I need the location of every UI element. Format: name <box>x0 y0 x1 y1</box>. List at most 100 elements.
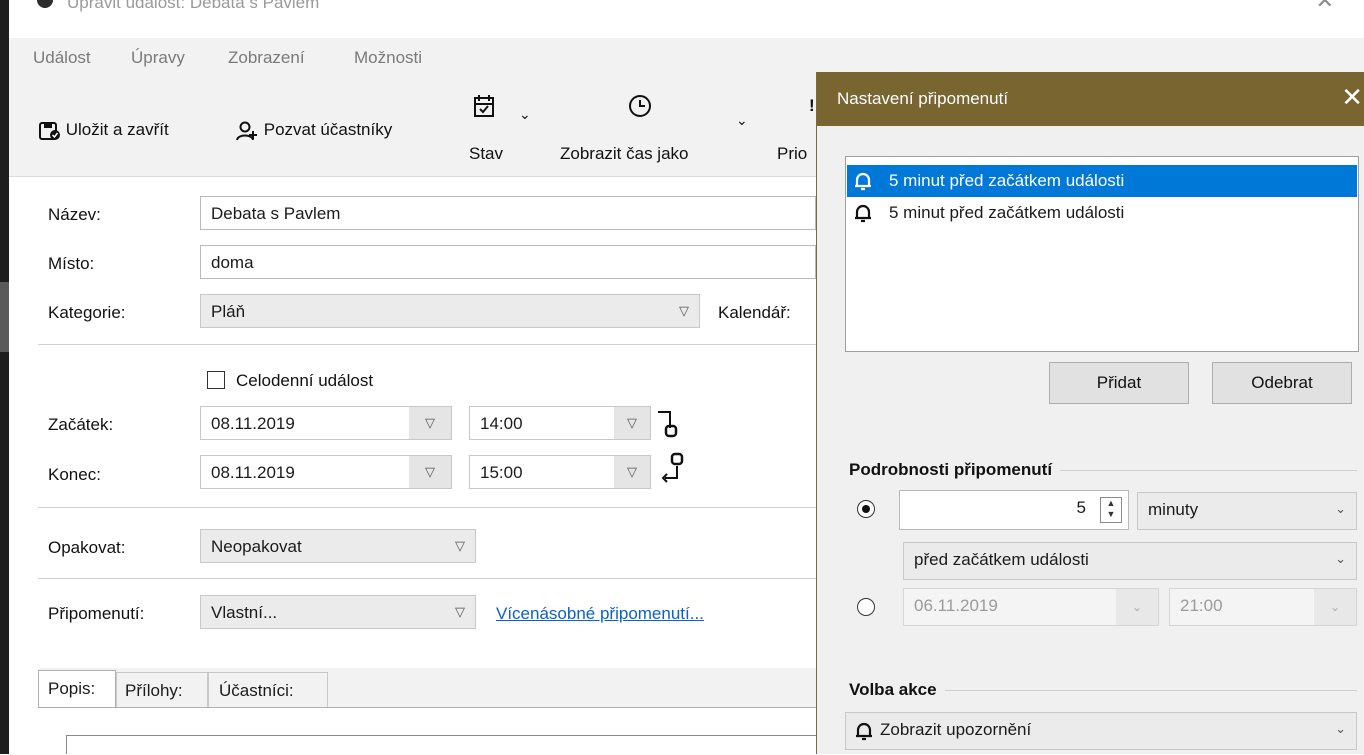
tab-prilohy-label: Přílohy: <box>125 681 183 700</box>
status-button[interactable]: ⌄ Stav <box>469 92 539 172</box>
priority-button[interactable]: Prio <box>777 144 807 164</box>
allday-label: Celodenní událost <box>236 371 374 390</box>
absolute-radio[interactable] <box>857 598 875 616</box>
chevron-down-icon: ⌄ <box>1335 551 1346 566</box>
link-icon[interactable] <box>656 408 688 484</box>
list-item[interactable]: 5 minut před začátkem události <box>847 197 1357 229</box>
close-icon[interactable]: ✕ <box>1316 0 1334 14</box>
absolute-time-value: 21:00 <box>1180 596 1223 615</box>
add-button[interactable]: Přidat <box>1049 362 1189 404</box>
multi-reminder-link[interactable]: Vícenásobné připomenutí... <box>496 604 704 624</box>
action-select[interactable]: Zobrazit upozornění ⌄ <box>845 712 1357 750</box>
repeat-label: Opakovat: <box>48 538 126 557</box>
start-date-input[interactable]: 08.11.2019 ▽ <box>200 406 452 440</box>
end-time-value: 15:00 <box>480 463 523 482</box>
location-label: Místo: <box>48 254 95 273</box>
end-date-input[interactable]: 08.11.2019 ▽ <box>200 455 452 489</box>
menu-udalost[interactable]: Událost <box>33 48 91 68</box>
menu-upravy[interactable]: Úpravy <box>131 48 185 68</box>
save-close-button[interactable]: Uložit a zavřít <box>39 120 169 141</box>
invite-label: Pozvat účastníky <box>263 120 393 139</box>
end-time-input[interactable]: 15:00 ▽ <box>469 455 651 489</box>
tab-ucastnici[interactable]: Účastníci: <box>208 672 328 708</box>
menu-zobrazeni[interactable]: Zobrazení <box>228 48 305 68</box>
absolute-date-input[interactable]: 06.11.2019 ⌄ <box>903 588 1159 626</box>
end-label: Konec: <box>48 465 101 484</box>
amount-input[interactable]: 5 ▲ ▼ <box>899 490 1129 530</box>
category-select[interactable]: Pláň ▽ <box>200 294 700 328</box>
close-icon[interactable]: ✕ <box>1341 82 1363 113</box>
name-label: Název: <box>48 205 101 224</box>
chevron-down-icon: ⌄ <box>1335 721 1346 736</box>
description-textarea[interactable] <box>66 735 818 754</box>
divider <box>38 344 816 345</box>
start-time-input[interactable]: 14:00 ▽ <box>469 406 651 440</box>
chevron-down-icon: ▽ <box>679 303 689 318</box>
chevron-down-icon: ⌄ <box>1116 589 1158 625</box>
reminder-settings-dialog: Nastavení připomenutí ✕ 5 minut před zač… <box>816 72 1364 754</box>
calendar-label: Kalendář: <box>718 303 791 322</box>
absolute-date-value: 06.11.2019 <box>914 596 998 615</box>
start-time-value: 14:00 <box>480 414 523 433</box>
list-item[interactable]: 5 minut před začátkem události <box>847 165 1357 197</box>
save-close-label: Uložit a zavřít <box>65 120 169 139</box>
window-title: Upravit událost: Debata s Pavlem <box>67 0 320 12</box>
window-edge-highlight <box>0 282 9 352</box>
start-label: Začátek: <box>48 415 114 434</box>
unit-value: minuty <box>1148 500 1199 519</box>
chevron-down-icon: ▽ <box>455 538 465 553</box>
chevron-down-icon: ⌄ <box>736 112 748 128</box>
absolute-time-input[interactable]: 21:00 ⌄ <box>1169 588 1357 626</box>
calendar-check-icon <box>474 95 494 117</box>
priority-icon: ! <box>809 96 815 115</box>
start-date-value: 08.11.2019 <box>211 414 295 433</box>
chevron-down-icon[interactable]: ▽ <box>409 407 451 439</box>
toolbar: Uložit a zavřít Pozvat účastníky ⌄ Stav … <box>9 78 824 177</box>
bell-icon <box>856 722 872 741</box>
reminder-select[interactable]: Vlastní... ▽ <box>200 595 476 629</box>
remove-button[interactable]: Odebrat <box>1212 362 1352 404</box>
spinner-icon[interactable]: ▲ ▼ <box>1100 497 1122 523</box>
unit-select[interactable]: minuty ⌄ <box>1137 492 1357 530</box>
status-label: Stav <box>469 144 504 163</box>
show-time-as-label: Zobrazit čas jako <box>560 144 689 163</box>
relative-radio[interactable] <box>857 500 875 518</box>
chevron-down-icon[interactable]: ▽ <box>614 456 650 488</box>
repeat-value: Neopakovat <box>211 537 302 556</box>
dialog-title: Nastavení připomenutí <box>837 89 1009 108</box>
window-edge <box>0 0 9 754</box>
reminder-value: Vlastní... <box>211 603 278 622</box>
reminder-list[interactable]: 5 minut před začátkem události 5 minut p… <box>845 156 1359 352</box>
chevron-down-icon[interactable]: ▽ <box>409 456 451 488</box>
allday-checkbox[interactable] <box>207 371 225 389</box>
show-time-as-button[interactable]: Zobrazit čas jako ⌄ <box>560 92 760 172</box>
invite-button[interactable]: Pozvat účastníky <box>235 120 392 141</box>
repeat-select[interactable]: Neopakovat ▽ <box>200 529 476 563</box>
reminder-text: 5 minut před začátkem události <box>889 203 1125 222</box>
clock-icon <box>629 95 651 117</box>
tab-prilohy[interactable]: Přílohy: <box>116 672 208 708</box>
chevron-down-icon: ⌄ <box>1335 501 1346 516</box>
chevron-down-icon: ▽ <box>455 604 465 619</box>
bell-icon <box>855 204 871 223</box>
action-value: Zobrazit upozornění <box>880 720 1032 739</box>
category-value: Pláň <box>211 302 246 321</box>
action-group-title: Volba akce <box>849 680 945 700</box>
chevron-down-icon: ⌄ <box>1314 589 1356 625</box>
chevron-down-icon[interactable]: ▽ <box>614 407 650 439</box>
chevron-down-icon: ⌄ <box>519 106 531 122</box>
name-input[interactable]: Debata s Pavlem <box>200 196 816 230</box>
reminder-label: Připomenutí: <box>48 604 145 623</box>
end-date-value: 08.11.2019 <box>211 463 295 482</box>
location-input[interactable]: doma <box>200 245 816 279</box>
relation-select[interactable]: před začátkem události ⌄ <box>903 542 1357 580</box>
details-group-title: Podrobnosti připomenutí <box>849 460 1061 480</box>
tab-popis-label: Popis: <box>48 679 96 698</box>
category-label: Kategorie: <box>48 303 126 322</box>
menu-moznosti[interactable]: Možnosti <box>354 48 422 68</box>
tab-popis[interactable]: Popis: <box>38 670 116 708</box>
window-titlebar: Upravit událost: Debata s Pavlem ✕ <box>9 0 1364 38</box>
relation-value: před začátkem události <box>914 550 1089 569</box>
priority-label: Prio <box>777 144 808 163</box>
bell-icon <box>855 172 871 191</box>
